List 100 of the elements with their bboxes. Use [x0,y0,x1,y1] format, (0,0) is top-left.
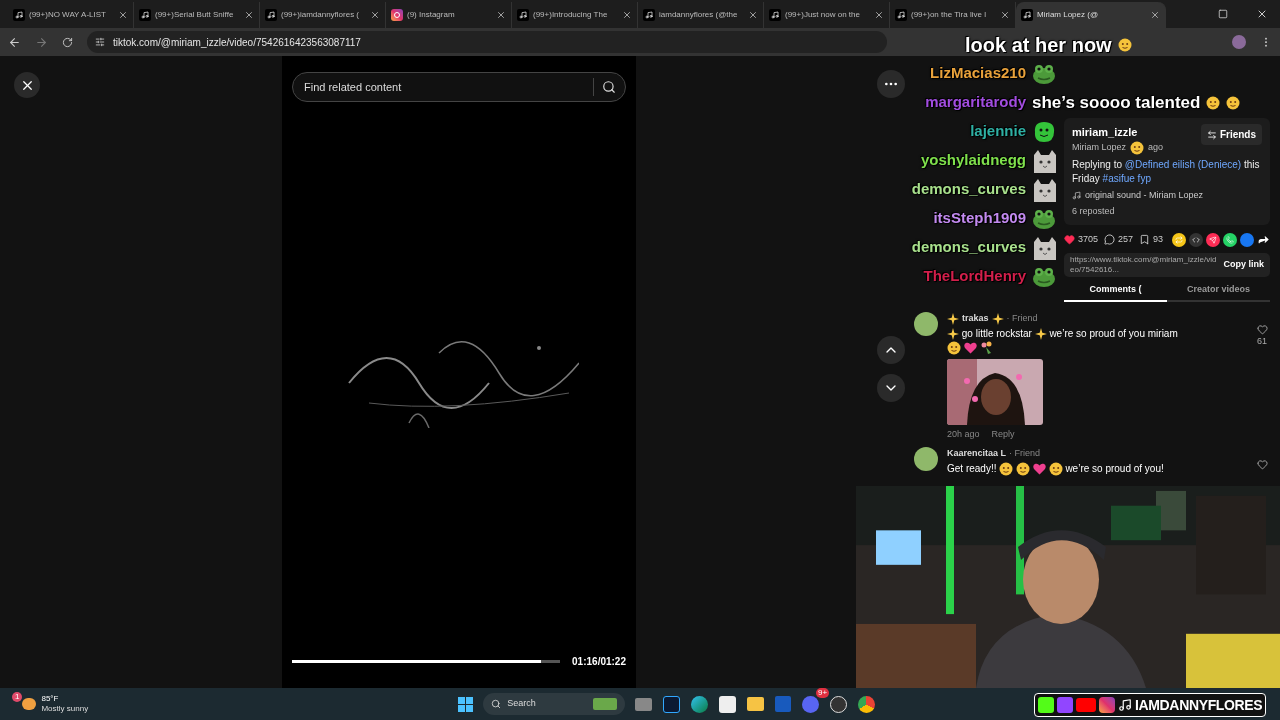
hashtag-link[interactable]: #asifue [1102,172,1135,184]
commenter-name[interactable]: trakas [962,312,989,326]
heart-icon[interactable] [1256,459,1268,471]
tab-title: (99+)Just now on the [785,9,861,21]
music-icon [1072,190,1081,200]
round-logo-icon[interactable] [1240,232,1254,247]
send-icon[interactable] [1206,232,1220,247]
reposted-text: 6 reposted [1072,205,1116,218]
emoji-icon [1130,140,1145,155]
chat-username: itsSteph1909 [932,208,1026,229]
ps-app-icon[interactable] [663,695,681,713]
next-button[interactable] [877,374,905,402]
tab-title: (99+)Serial Butt Sniffe [155,9,235,21]
recorder-icon[interactable] [830,695,848,713]
tab-title: (99+)Introducing The [533,9,609,21]
username[interactable]: miriam_izzle [1072,124,1195,141]
sliders-icon[interactable] [95,37,105,47]
like-count: 3705 [1078,232,1099,246]
grass-icon [593,698,618,710]
camera-logo-icon [1099,697,1115,713]
sound-text[interactable]: original sound - Miriam Lopez [1085,188,1204,202]
emoji-icon [1226,95,1241,110]
weather-icon[interactable] [22,698,37,710]
browser-tab[interactable]: Miriam Lopez (@ [1016,2,1166,28]
relation-text: · Friend [1009,447,1041,461]
heart-icon[interactable] [1256,324,1268,335]
blob-icon [1032,120,1056,143]
tab-title: (99+)on the Tira live l [911,9,987,21]
note-logo-icon [13,9,25,21]
link-text: https://www.tiktok.com/@miriam_izzle/video/7542616... [1070,254,1218,275]
avatar[interactable] [914,312,938,336]
cat-icon [1032,177,1058,202]
forward-icon[interactable] [35,35,48,49]
close-icon[interactable] [496,10,506,20]
close-icon[interactable] [118,10,128,20]
chat-username: demons_curves [910,179,1026,200]
frog-icon [1032,62,1056,85]
channel-name: IAMDANNYFLORES [1135,695,1263,715]
task-view-icon[interactable] [635,697,653,711]
cat-icon [1032,235,1058,260]
save-count: 93 [1153,232,1164,246]
note-logo-icon [265,9,277,21]
chat-app-icon[interactable] [802,695,820,713]
close-icon[interactable] [370,10,380,20]
hashtag-link[interactable]: fyp [1137,172,1151,184]
note-logo-icon [895,9,907,21]
bookmark-icon[interactable] [1139,234,1151,245]
mention-link[interactable]: @Defined eilish (Deniece) [1124,158,1242,170]
copy-link-button[interactable]: Copy link [1217,257,1270,272]
close-icon[interactable] [1256,8,1268,20]
close-icon[interactable] [1000,10,1010,20]
wave-logo-icon[interactable] [691,695,709,713]
frog-icon [1032,265,1056,288]
taskbar-search[interactable]: Search [483,693,626,715]
comment-time: 20h ago [947,427,980,441]
folder-icon[interactable] [747,697,765,711]
search-icon[interactable] [602,80,616,94]
chat-username: TheLordHenry [922,266,1026,287]
reply-link[interactable]: Reply [991,427,1015,442]
previous-button[interactable] [877,336,905,364]
repost-icon[interactable] [1172,232,1186,247]
notification-badge: 1 [12,692,23,702]
browser-icon[interactable] [858,695,876,713]
close-icon[interactable] [244,10,254,20]
search-field[interactable]: Find related content [292,72,626,102]
heart-icon[interactable] [1064,234,1075,245]
emoji-icon [999,462,1014,477]
panel-tab[interactable]: Creator videos [1167,282,1270,302]
comment-text: Get ready!! we’re so proud of you! [947,461,1187,477]
stream-logo-icon [1057,697,1073,713]
comment-text: go little rockstar we’re so proud of you miriam [947,326,1187,355]
address-field[interactable]: tiktok.com/@miriam_izzle/video/7542616423563087117 [87,31,887,53]
friends-button[interactable]: Friends [1200,124,1262,145]
chat-username: demons_curves [910,237,1026,258]
avatar-icon[interactable] [1232,35,1246,49]
reload-icon[interactable] [62,36,73,48]
close-icon[interactable] [622,10,632,20]
play-logo-icon [1076,698,1096,712]
share-icon[interactable] [1257,233,1270,246]
chat-username: yoshylaidnegg [919,150,1026,171]
close-icon[interactable] [874,10,884,20]
arrows-icon [1206,129,1217,140]
panel-tab[interactable]: Comments ( [1064,282,1167,302]
weather-text: Mostly sunny [41,704,89,714]
code-icon[interactable] [1189,232,1203,247]
close-icon[interactable] [748,10,758,20]
like-count: 61 [1257,335,1267,348]
phone-icon[interactable] [1223,232,1237,247]
comment-icon[interactable] [1104,234,1116,245]
windows-icon[interactable] [458,696,474,712]
post-time: ago [1148,140,1164,154]
more-button[interactable] [877,70,905,98]
close-button[interactable] [14,72,40,98]
store-icon[interactable] [719,695,737,713]
commenter-name[interactable]: Kaarencitaa L [947,447,1007,461]
avatar[interactable] [914,447,938,472]
close-icon[interactable] [1150,10,1160,20]
frog-icon [1032,207,1056,230]
maximize-icon[interactable] [1218,9,1228,19]
back-icon[interactable] [8,35,21,49]
